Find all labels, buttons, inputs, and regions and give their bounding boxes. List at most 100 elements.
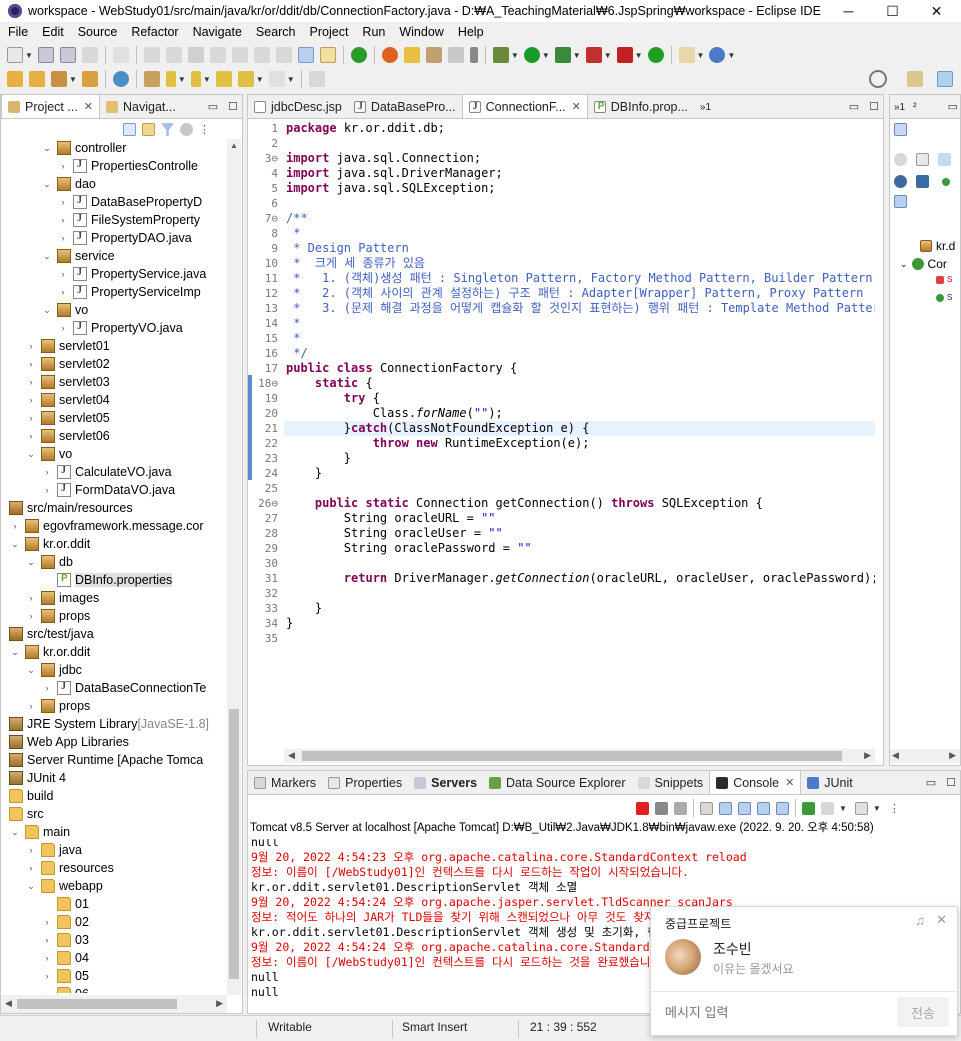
expand-toggle-icon[interactable]: › bbox=[57, 215, 69, 225]
tab-jdbcdesc[interactable]: jdbcDesc.jsp bbox=[248, 96, 348, 118]
send-button[interactable]: 전송 bbox=[897, 997, 949, 1027]
print-icon[interactable] bbox=[81, 47, 98, 63]
open-task-icon[interactable] bbox=[447, 47, 464, 63]
tree-item[interactable]: › 05 bbox=[41, 967, 89, 985]
expand-toggle-icon[interactable]: › bbox=[41, 485, 53, 495]
expand-toggle-icon[interactable]: › bbox=[25, 431, 37, 441]
skip-breakpoints-icon[interactable] bbox=[112, 47, 129, 63]
explorer-scrollbar-thumb[interactable] bbox=[229, 709, 239, 979]
expand-toggle-icon[interactable]: › bbox=[25, 863, 37, 873]
hide-static-icon[interactable] bbox=[916, 153, 929, 166]
sort-icon[interactable] bbox=[938, 153, 951, 166]
tree-item[interactable]: ⌄ db bbox=[25, 553, 73, 571]
coverage-icon[interactable] bbox=[554, 47, 571, 63]
link-with-editor-icon[interactable] bbox=[142, 123, 155, 136]
tree-item[interactable]: ⌄ vo bbox=[41, 301, 88, 319]
minimize-view-icon[interactable]: ▭ bbox=[926, 776, 936, 789]
new-icon[interactable] bbox=[7, 47, 23, 63]
expand-toggle-icon[interactable]: › bbox=[41, 467, 53, 477]
tab-markers[interactable]: Markers bbox=[248, 772, 322, 794]
minimize-button[interactable]: ─ bbox=[826, 0, 871, 22]
tab-snippets[interactable]: Snippets bbox=[632, 772, 710, 794]
tree-item[interactable]: DBInfo.properties bbox=[41, 571, 173, 589]
expand-toggle-icon[interactable]: ⌄ bbox=[25, 449, 37, 460]
expand-toggle-icon[interactable]: › bbox=[25, 413, 37, 423]
link-editor-icon[interactable] bbox=[894, 195, 907, 208]
sort-alpha-icon[interactable] bbox=[894, 123, 907, 136]
tree-item[interactable]: › 04 bbox=[41, 949, 89, 967]
tab-navigator[interactable]: Navigat... bbox=[100, 96, 182, 118]
outline-package[interactable]: kr.d bbox=[920, 239, 955, 253]
web-icon[interactable] bbox=[381, 47, 398, 63]
stop-server-icon[interactable] bbox=[616, 47, 633, 63]
tree-item[interactable]: 01 bbox=[41, 895, 89, 913]
menu-search[interactable]: Search bbox=[248, 25, 302, 39]
expand-toggle-icon[interactable]: ⌄ bbox=[1, 629, 5, 640]
filter-icon[interactable] bbox=[161, 123, 174, 136]
new-class-icon[interactable] bbox=[709, 47, 726, 63]
tree-item[interactable]: › JUnit 4 bbox=[1, 769, 66, 787]
message-input[interactable] bbox=[665, 1001, 885, 1023]
menu-run[interactable]: Run bbox=[354, 25, 391, 39]
outline-hscrollbar[interactable]: ◀ ▶ bbox=[890, 749, 960, 763]
maximize-view-icon[interactable]: ☐ bbox=[228, 100, 238, 113]
show-on-stderr-icon[interactable] bbox=[776, 801, 789, 815]
expand-toggle-icon[interactable]: › bbox=[41, 683, 53, 693]
search-icon[interactable] bbox=[869, 70, 887, 88]
tree-item[interactable]: › 06 bbox=[41, 985, 89, 993]
explorer-scrollbar[interactable]: ▲ bbox=[227, 139, 241, 995]
expand-toggle-icon[interactable]: › bbox=[25, 611, 37, 621]
tree-item[interactable]: ⌄ kr.or.ddit bbox=[9, 535, 90, 553]
new-package-icon[interactable] bbox=[678, 47, 695, 63]
expand-toggle-icon[interactable]: › bbox=[1, 737, 5, 747]
remove-launch-icon[interactable] bbox=[655, 801, 668, 815]
outline-method[interactable]: S bbox=[936, 293, 952, 302]
tree-item[interactable]: › PropertyDAO.java bbox=[57, 229, 192, 247]
tree-item[interactable]: › servlet01 bbox=[25, 337, 110, 355]
toggle-mark-icon[interactable] bbox=[319, 47, 336, 63]
expand-toggle-icon[interactable]: ⌄ bbox=[25, 881, 37, 892]
display-console-icon[interactable] bbox=[821, 801, 834, 815]
tab-data-source-explorer[interactable]: Data Source Explorer bbox=[483, 772, 632, 794]
external-tools-icon[interactable] bbox=[585, 47, 602, 63]
tree-item[interactable]: ⌄ kr.or.ddit bbox=[9, 643, 90, 661]
connect-icon[interactable] bbox=[350, 47, 367, 63]
open-type-icon[interactable] bbox=[425, 47, 442, 63]
menu-source[interactable]: Source bbox=[70, 25, 124, 39]
run-icon[interactable] bbox=[523, 47, 540, 63]
editor-hscrollbar-thumb[interactable] bbox=[302, 751, 842, 761]
maximize-button[interactable]: ☐ bbox=[870, 0, 915, 22]
save-icon[interactable] bbox=[37, 47, 54, 63]
tree-item[interactable]: ⌄ src bbox=[1, 805, 44, 823]
word-wrap-icon[interactable] bbox=[738, 801, 751, 815]
tree-item[interactable]: › FormDataVO.java bbox=[41, 481, 175, 499]
close-button[interactable]: ✕ bbox=[914, 0, 959, 22]
tree-item[interactable]: ⌄ src/main/resources bbox=[1, 499, 133, 517]
expand-toggle-icon[interactable]: › bbox=[57, 161, 69, 171]
new-java-icon[interactable] bbox=[647, 47, 664, 63]
tree-item[interactable]: › 02 bbox=[41, 913, 89, 931]
tree-item[interactable]: › resources bbox=[25, 859, 114, 877]
tree-item[interactable]: › DataBaseConnectionTe bbox=[41, 679, 206, 697]
expand-toggle-icon[interactable]: › bbox=[41, 953, 53, 963]
tree-item[interactable]: › Web App Libraries bbox=[1, 733, 129, 751]
prev-annotation-icon[interactable] bbox=[190, 71, 201, 87]
expand-toggle-icon[interactable]: › bbox=[25, 701, 37, 711]
expand-toggle-icon[interactable]: ⌄ bbox=[41, 143, 53, 154]
tree-item[interactable]: ⌄ main bbox=[9, 823, 70, 841]
expand-toggle-icon[interactable]: › bbox=[25, 359, 37, 369]
explorer-hscrollbar[interactable]: ◀ ▶ bbox=[1, 995, 227, 1013]
tab-project-explorer[interactable]: Project ... ✕ bbox=[1, 94, 101, 118]
tab-properties[interactable]: Properties bbox=[322, 772, 408, 794]
expand-toggle-icon[interactable]: › bbox=[57, 197, 69, 207]
tree-item[interactable]: › egovframework.message.cor bbox=[9, 517, 203, 535]
green-dot-icon[interactable] bbox=[942, 178, 950, 186]
tab-databaseprop[interactable]: DataBasePro... bbox=[348, 96, 462, 118]
close-popup-icon[interactable]: ✕ bbox=[936, 912, 947, 928]
maximize-view-icon[interactable]: ☐ bbox=[946, 776, 956, 789]
menu-window[interactable]: Window bbox=[391, 25, 449, 39]
tab-dbinfo[interactable]: DBInfo.prop... bbox=[588, 96, 694, 118]
show-whitespace-icon[interactable] bbox=[469, 47, 478, 63]
open-project-icon[interactable] bbox=[29, 71, 45, 87]
expand-toggle-icon[interactable]: › bbox=[57, 323, 69, 333]
